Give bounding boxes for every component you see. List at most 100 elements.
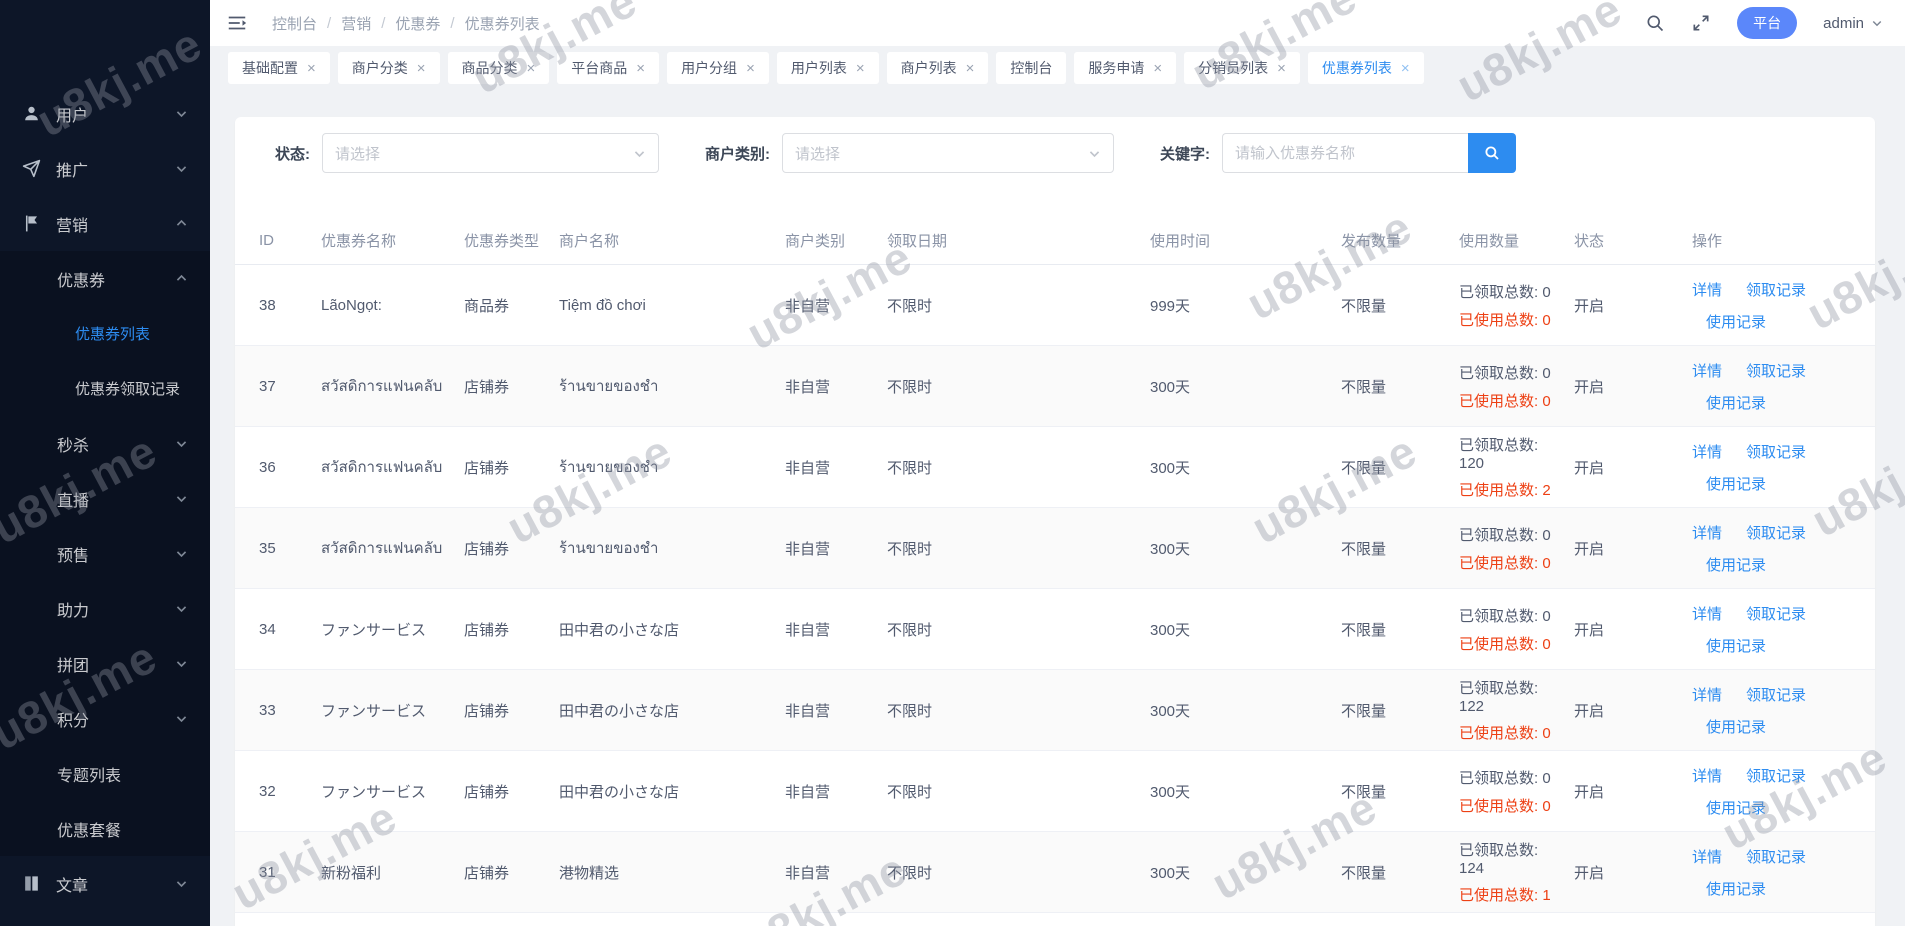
sidebar-item[interactable]: 秒杀	[0, 416, 210, 471]
tab-item[interactable]: 服务申请×	[1074, 52, 1176, 84]
sidebar-item[interactable]: 助力	[0, 581, 210, 636]
tab-item[interactable]: 商户列表×	[887, 52, 989, 84]
cell-use-time: 300天	[1150, 781, 1341, 802]
breadcrumb-item[interactable]: 营销	[341, 13, 371, 34]
sidebar-item[interactable]: 优惠券列表	[0, 306, 210, 361]
use-record-link[interactable]: 使用记录	[1706, 719, 1766, 736]
sidebar-item-label: 推广	[56, 157, 88, 181]
tab-item[interactable]: 分销员列表×	[1184, 52, 1300, 84]
close-icon[interactable]: ×	[1153, 61, 1162, 76]
tab-item[interactable]: 优惠券列表×	[1308, 52, 1424, 84]
cell-merchant-category: 非自营	[785, 700, 887, 721]
cell-use-time: 300天	[1150, 700, 1341, 721]
tab-item[interactable]: 平台商品×	[557, 52, 659, 84]
sidebar-item[interactable]: 用户	[0, 86, 210, 141]
detail-link[interactable]: 详情	[1692, 684, 1722, 705]
close-icon[interactable]: ×	[417, 61, 426, 76]
sidebar-item[interactable]	[0, 911, 210, 926]
use-record-link[interactable]: 使用记录	[1706, 800, 1766, 817]
use-record-link[interactable]: 使用记录	[1706, 314, 1766, 331]
tab-item[interactable]: 控制台	[996, 52, 1066, 84]
fullscreen-icon[interactable]	[1691, 13, 1711, 33]
chevron-down-icon	[175, 107, 188, 120]
tab-item[interactable]: 商户分类×	[338, 52, 440, 84]
receive-record-link[interactable]: 领取记录	[1746, 603, 1806, 624]
cell-actions: 详情 领取记录使用记录	[1692, 522, 1851, 575]
receive-record-link[interactable]: 领取记录	[1746, 441, 1806, 462]
cell-coupon-type: 店铺券	[464, 781, 559, 802]
receive-record-link[interactable]: 领取记录	[1746, 360, 1806, 381]
status-badge: 开启	[1574, 862, 1692, 883]
close-icon[interactable]: ×	[746, 61, 755, 76]
receive-record-link[interactable]: 领取记录	[1746, 684, 1806, 705]
admin-dropdown[interactable]: admin	[1823, 15, 1883, 32]
sidebar-item-label: 营销	[56, 212, 88, 236]
search-icon[interactable]	[1645, 13, 1665, 33]
sidebar-item[interactable]: 预售	[0, 526, 210, 581]
cell-id: 35	[259, 540, 321, 557]
receive-record-link[interactable]: 领取记录	[1746, 765, 1806, 786]
received-total: 已领取总数: 0	[1459, 605, 1564, 626]
sidebar-item[interactable]: 专题列表	[0, 746, 210, 801]
detail-link[interactable]: 详情	[1692, 279, 1722, 300]
merchant-type-select[interactable]: 请选择	[782, 133, 1114, 173]
breadcrumb-item[interactable]: 控制台	[272, 13, 317, 34]
status-select[interactable]: 请选择	[322, 133, 659, 173]
logo-area	[0, 0, 210, 86]
sidebar-item-label: 拼团	[57, 652, 89, 676]
detail-link[interactable]: 详情	[1692, 603, 1722, 624]
detail-link[interactable]: 详情	[1692, 765, 1722, 786]
sidebar-item[interactable]: 优惠券	[0, 251, 210, 306]
marketing-submenu: 优惠券优惠券列表优惠券领取记录秒杀直播预售助力拼团积分专题列表优惠套餐	[0, 251, 210, 856]
use-record-link[interactable]: 使用记录	[1706, 476, 1766, 493]
close-icon[interactable]: ×	[1277, 61, 1286, 76]
platform-badge[interactable]: 平台	[1737, 7, 1797, 39]
breadcrumb-item[interactable]: 优惠券列表	[465, 13, 540, 34]
tab-item[interactable]: 用户列表×	[777, 52, 879, 84]
close-icon[interactable]: ×	[856, 61, 865, 76]
sidebar-item[interactable]: 营销	[0, 196, 210, 251]
close-icon[interactable]: ×	[527, 61, 536, 76]
cell-actions: 详情 领取记录使用记录	[1692, 684, 1851, 737]
use-record-link[interactable]: 使用记录	[1706, 638, 1766, 655]
detail-link[interactable]: 详情	[1692, 846, 1722, 867]
use-record-link[interactable]: 使用记录	[1706, 881, 1766, 898]
sidebar-item[interactable]: 文章	[0, 856, 210, 911]
close-icon[interactable]: ×	[307, 61, 316, 76]
receive-record-link[interactable]: 领取记录	[1746, 846, 1806, 867]
menu-fold-icon[interactable]	[226, 12, 248, 34]
detail-link[interactable]: 详情	[1692, 360, 1722, 381]
receive-record-link[interactable]: 领取记录	[1746, 279, 1806, 300]
sidebar-item[interactable]: 优惠券领取记录	[0, 361, 210, 416]
cell-actions: 详情 领取记录使用记录	[1692, 846, 1851, 899]
detail-link[interactable]: 详情	[1692, 522, 1722, 543]
sidebar-item[interactable]: 拼团	[0, 636, 210, 691]
sidebar-item[interactable]: 积分	[0, 691, 210, 746]
breadcrumb-item[interactable]: 优惠券	[395, 13, 440, 34]
tab-item[interactable]: 商品分类×	[448, 52, 550, 84]
sidebar-item[interactable]: 优惠套餐	[0, 801, 210, 856]
cell-use-time: 300天	[1150, 862, 1341, 883]
cell-publish-qty: 不限量	[1341, 862, 1459, 883]
status-badge: 开启	[1574, 376, 1692, 397]
sidebar-item[interactable]: 直播	[0, 471, 210, 526]
use-record-link[interactable]: 使用记录	[1706, 395, 1766, 412]
cell-coupon-name: ファンサービス	[321, 781, 464, 802]
used-total: 已使用总数: 2	[1459, 479, 1564, 500]
tab-item[interactable]: 用户分组×	[667, 52, 769, 84]
search-button[interactable]	[1468, 133, 1516, 173]
detail-link[interactable]: 详情	[1692, 441, 1722, 462]
sidebar-item[interactable]: 推广	[0, 141, 210, 196]
close-icon[interactable]: ×	[636, 61, 645, 76]
column-header: ID	[259, 232, 321, 249]
tab-item[interactable]: 基础配置×	[228, 52, 330, 84]
tab-label: 控制台	[1010, 58, 1052, 78]
cell-publish-qty: 不限量	[1341, 295, 1459, 316]
keyword-input[interactable]	[1222, 133, 1468, 173]
use-record-link[interactable]: 使用记录	[1706, 557, 1766, 574]
close-icon[interactable]: ×	[966, 61, 975, 76]
cell-use-time: 300天	[1150, 619, 1341, 640]
receive-record-link[interactable]: 领取记录	[1746, 522, 1806, 543]
cell-actions: 详情 领取记录使用记录	[1692, 360, 1851, 413]
close-icon[interactable]: ×	[1401, 61, 1410, 76]
